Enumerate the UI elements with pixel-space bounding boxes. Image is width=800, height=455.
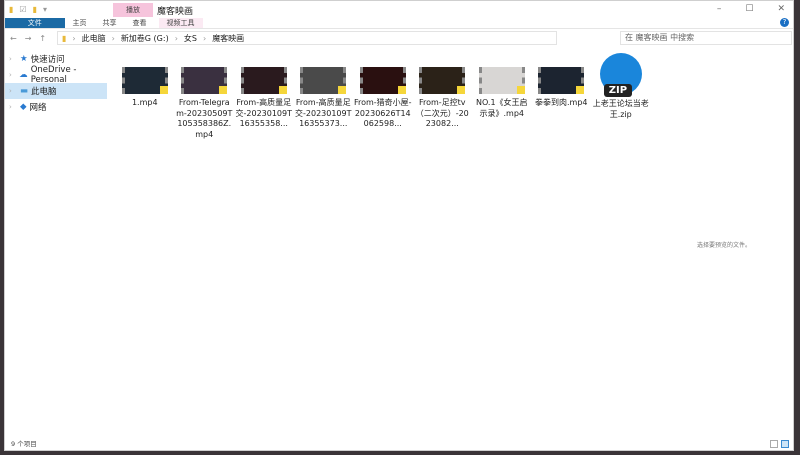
tab-video-tools[interactable]: 视频工具 [158,18,203,28]
large-icons-view-button[interactable] [781,440,789,448]
ribbon-tabs: 文件 主页 共享 查看 视频工具 [5,18,793,29]
window-title: 魔客映画 [157,7,194,17]
file-item[interactable]: From-高质量足交-20230109T16355373... [294,67,354,140]
video-thumbnail [538,67,585,94]
tab-home[interactable]: 主页 [65,18,95,28]
title-bar: ▮ ☑ ▮ ▾ 播放 魔客映画 – ☐ ✕ [5,1,793,18]
address-bar[interactable]: ▮ › 此电脑 › 新加卷G (G:) › 女S › 魔客映画 [57,31,557,45]
file-list: 1.mp4 From-Telegram-20230509T105358386Z.m… [115,53,651,140]
player-badge-icon [516,86,525,94]
tab-view[interactable]: 查看 [125,18,155,28]
maximize-button[interactable]: ☐ [745,4,753,14]
video-thumbnail [419,67,466,94]
tab-share[interactable]: 共享 [95,18,125,28]
network-icon: ◆ [20,102,27,112]
folder-icon[interactable]: ▮ [9,5,13,14]
file-item[interactable]: NO.1《女王启示录》.mp4 [472,67,532,140]
chevron-down-icon[interactable]: ▾ [43,5,47,14]
file-name: NO.1《女王启示录》.mp4 [475,98,528,118]
breadcrumb[interactable]: 此电脑 [82,33,106,44]
file-name: From-高质量足交-20230109T16355358... [235,98,293,128]
forward-button[interactable]: → [25,34,32,43]
search-input[interactable]: 在 魔客映画 中搜索 [620,31,792,45]
zip-icon: ZIP [599,53,642,97]
close-button[interactable]: ✕ [777,4,785,14]
file-name: From-高质量足交-20230109T16355373... [295,98,352,128]
navigation-pane: › ★ 快速访问 › ☁ OneDrive - Personal › ▬ 此电脑 › ◆ 网络 [5,51,107,431]
video-thumbnail [121,67,168,94]
file-name: 拳拳到肉.mp4 [534,98,588,107]
sidebar-item-onedrive[interactable]: › ☁ OneDrive - Personal [5,65,107,85]
player-badge-icon [278,86,287,94]
file-item[interactable]: From-高质量足交-20230109T16355358... [234,67,294,140]
up-button[interactable]: ↑ [39,34,46,43]
file-item[interactable]: 拳拳到肉.mp4 [532,67,592,140]
minimize-button[interactable]: – [717,4,722,14]
file-explorer-window: ▮ ☑ ▮ ▾ 播放 魔客映画 – ☐ ✕ 文件 主页 共享 查看 视频工具 ?… [4,0,794,451]
cloud-icon: ☁ [19,70,28,80]
sidebar-item-this-pc[interactable]: › ▬ 此电脑 [5,83,107,99]
player-badge-icon [338,86,347,94]
back-button[interactable]: ← [10,34,17,43]
video-thumbnail [478,67,525,94]
context-tab-play[interactable]: 播放 [113,3,153,17]
file-name: From-Telegram-20230509T105358386Z.mp4 [176,98,233,139]
breadcrumb[interactable]: 女S [184,33,197,44]
new-folder-icon[interactable]: ▮ [33,5,37,14]
file-name: From-猎奇小屋-20230626T14062598... [353,98,412,128]
quick-access-toolbar: ▮ ☑ ▮ ▾ [5,5,47,14]
details-view-button[interactable] [770,440,778,448]
player-badge-icon [159,86,168,94]
video-thumbnail [359,67,406,94]
player-badge-icon [397,86,406,94]
status-item-count: 9 个项目 [11,440,37,448]
player-badge-icon [457,86,466,94]
video-thumbnail [181,67,228,94]
folder-icon: ▮ [62,33,67,43]
breadcrumb[interactable]: 魔客映画 [212,33,244,44]
properties-icon[interactable]: ☑ [19,5,26,14]
computer-icon: ▬ [20,86,29,96]
file-item[interactable]: From-足控tv（二次元）-2023082... [413,67,473,140]
pin-icon: ★ [20,54,28,64]
file-item[interactable]: 1.mp4 [115,67,175,140]
sidebar-item-network[interactable]: › ◆ 网络 [5,99,107,115]
file-name: 上老王论坛当老王.zip [592,99,649,119]
video-thumbnail [300,67,347,94]
tab-file[interactable]: 文件 [5,18,65,28]
file-item[interactable]: From-Telegram-20230509T105358386Z.mp4 [175,67,235,140]
file-name: From-足控tv（二次元）-2023082... [415,98,469,128]
player-badge-icon [219,86,228,94]
player-badge-icon [576,86,585,94]
preview-pane-text: 选择要预览的文件。 [697,242,752,249]
breadcrumb[interactable]: 新加卷G (G:) [121,33,169,44]
file-name: 1.mp4 [131,98,158,107]
help-icon[interactable]: ? [780,18,789,27]
video-thumbnail [240,67,287,94]
file-item[interactable]: ZIP 上老王论坛当老王.zip [591,53,651,140]
file-item[interactable]: From-猎奇小屋-20230626T14062598... [353,67,413,140]
